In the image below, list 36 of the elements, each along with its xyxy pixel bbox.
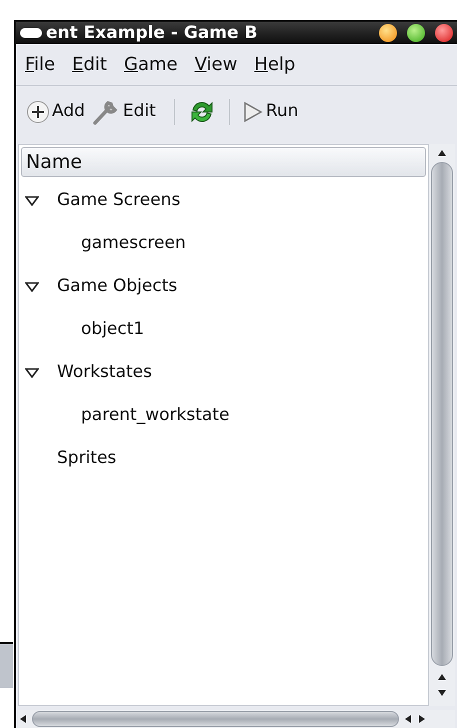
plus-icon — [26, 100, 50, 124]
play-icon — [242, 100, 264, 124]
menu-item[interactable]: Help — [254, 51, 296, 78]
scroll-left-icon[interactable] — [403, 713, 413, 725]
window-icon — [20, 28, 42, 38]
tree-item[interactable]: parent_workstate — [81, 402, 230, 428]
tree-item[interactable]: Game Objects — [57, 274, 178, 300]
scroll-down-icon[interactable] — [436, 688, 448, 698]
maximize-button[interactable] — [407, 24, 425, 42]
tree-item[interactable]: object1 — [81, 316, 144, 342]
scroll-right-icon[interactable] — [417, 713, 427, 725]
run-button[interactable]: Run — [242, 99, 298, 125]
expander-icon[interactable] — [25, 196, 39, 206]
tree-item[interactable]: gamescreen — [81, 230, 186, 256]
vertical-scrollbar[interactable] — [429, 144, 455, 706]
expander-icon[interactable] — [25, 282, 39, 292]
menu-item[interactable]: Edit — [72, 51, 107, 78]
close-button[interactable] — [435, 24, 453, 42]
scroll-up-icon[interactable] — [436, 148, 448, 158]
tree-item[interactable]: Game Screens — [57, 188, 180, 214]
scroll-left-icon[interactable] — [18, 713, 28, 725]
scrollbar-thumb[interactable] — [32, 711, 399, 727]
tree-item[interactable]: Sprites — [57, 446, 116, 472]
edit-button[interactable]: Edit — [90, 98, 156, 126]
tree-item[interactable]: Workstates — [57, 360, 152, 386]
menu-item[interactable]: Game — [124, 51, 178, 78]
scrollbar-thumb[interactable] — [431, 162, 453, 666]
column-header[interactable]: Name — [21, 147, 426, 177]
scroll-up-icon[interactable] — [436, 672, 448, 682]
add-button[interactable]: Add — [26, 99, 85, 125]
minimize-button[interactable] — [379, 24, 397, 42]
menu-item[interactable]: View — [194, 51, 238, 78]
expander-icon[interactable] — [25, 368, 39, 378]
horizontal-scrollbar[interactable] — [18, 710, 455, 728]
window-title: ent Example - Game B — [46, 24, 258, 42]
menu-item[interactable]: File — [25, 51, 56, 78]
